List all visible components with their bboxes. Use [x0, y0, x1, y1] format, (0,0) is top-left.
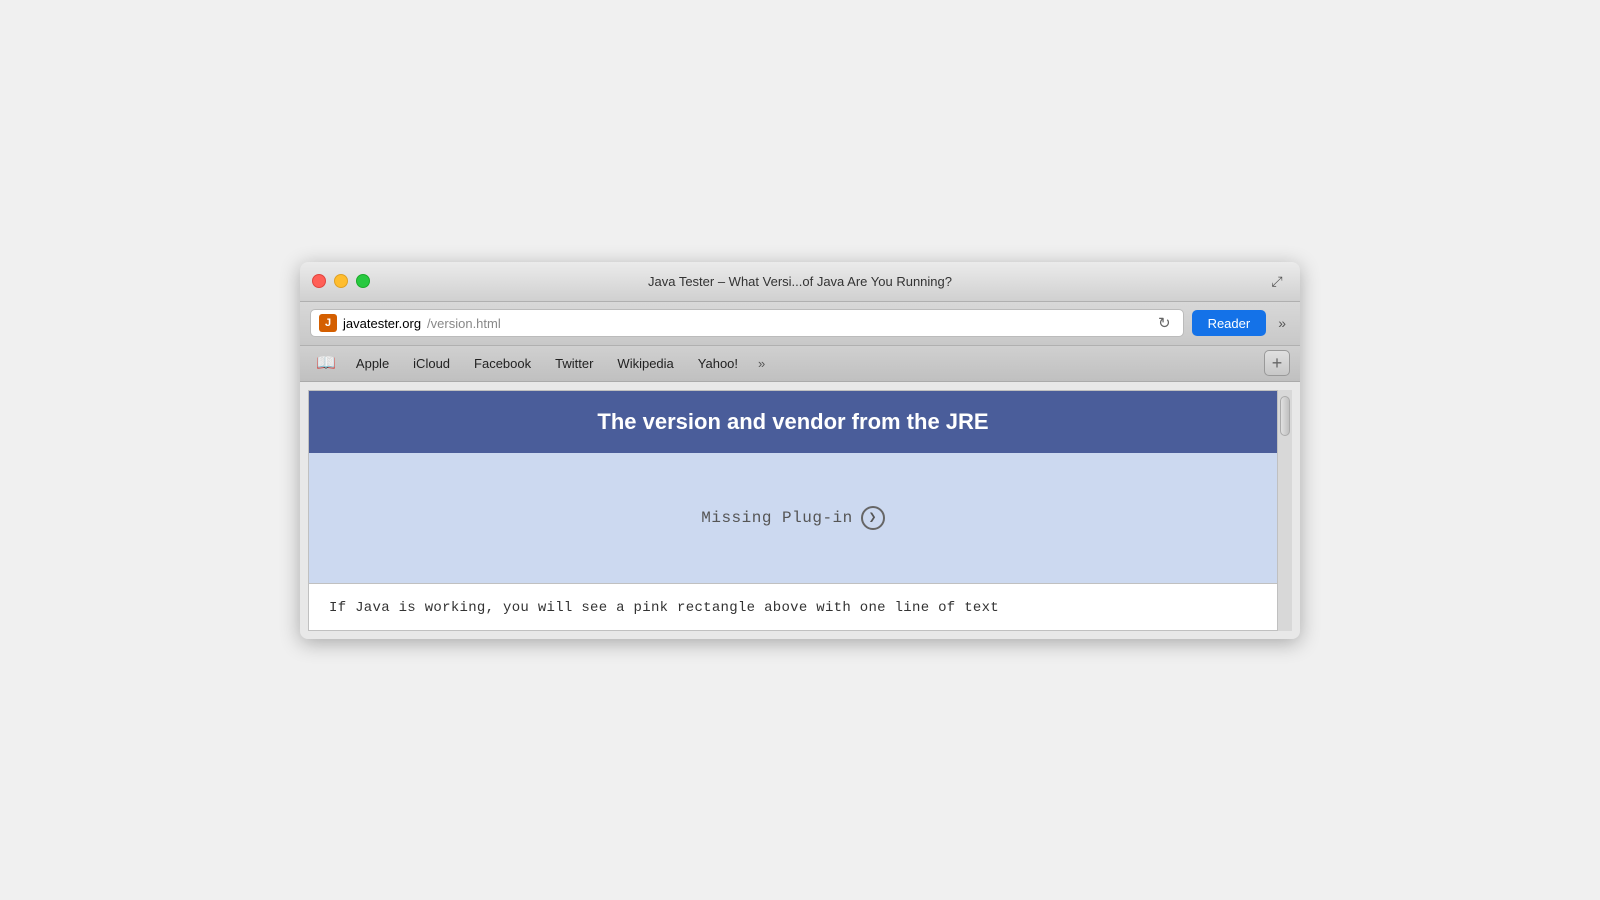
- window-title: Java Tester – What Versi...of Java Are Y…: [648, 274, 952, 289]
- bookmarks-overflow-button[interactable]: »: [752, 352, 771, 375]
- browser-window: Java Tester – What Versi...of Java Are Y…: [300, 262, 1300, 639]
- url-domain: javatester.org: [343, 316, 421, 331]
- site-icon: J: [319, 314, 337, 332]
- bookmarks-icon[interactable]: 📖: [310, 353, 342, 373]
- new-tab-button[interactable]: +: [1264, 350, 1290, 376]
- bookmark-apple[interactable]: Apple: [346, 352, 399, 375]
- jre-header-text: The version and vendor from the JRE: [597, 409, 988, 434]
- scrollbar[interactable]: [1278, 390, 1292, 631]
- bookmark-yahoo[interactable]: Yahoo!: [688, 352, 748, 375]
- missing-plugin-indicator[interactable]: Missing Plug-in ❯: [701, 506, 885, 530]
- bookmark-facebook[interactable]: Facebook: [464, 352, 541, 375]
- bookmark-twitter[interactable]: Twitter: [545, 352, 603, 375]
- jre-body: Missing Plug-in ❯: [309, 453, 1277, 583]
- bookmark-wikipedia[interactable]: Wikipedia: [607, 352, 683, 375]
- address-bar: J javatester.org /version.html ↻ Reader …: [300, 302, 1300, 346]
- reader-button[interactable]: Reader: [1192, 310, 1267, 336]
- traffic-lights: [312, 274, 370, 288]
- jre-footer-text: If Java is working, you will see a pink …: [329, 600, 999, 616]
- scrollbar-thumb[interactable]: [1280, 396, 1290, 436]
- page-content: The version and vendor from the JRE Miss…: [308, 390, 1278, 631]
- expand-button[interactable]: ⤢: [1266, 270, 1288, 292]
- maximize-button[interactable]: [356, 274, 370, 288]
- url-field[interactable]: J javatester.org /version.html ↻: [310, 309, 1184, 337]
- minimize-button[interactable]: [334, 274, 348, 288]
- content-area: The version and vendor from the JRE Miss…: [300, 382, 1300, 639]
- jre-footer: If Java is working, you will see a pink …: [309, 583, 1277, 630]
- missing-plugin-text: Missing Plug-in: [701, 509, 853, 527]
- jre-header: The version and vendor from the JRE: [309, 391, 1277, 453]
- close-button[interactable]: [312, 274, 326, 288]
- reload-button[interactable]: ↻: [1154, 312, 1175, 334]
- nav-arrows[interactable]: »: [1274, 313, 1290, 333]
- bookmark-icloud[interactable]: iCloud: [403, 352, 460, 375]
- expand-icon: ⤢: [1271, 273, 1282, 290]
- url-path: /version.html: [427, 316, 501, 331]
- title-bar: Java Tester – What Versi...of Java Are Y…: [300, 262, 1300, 302]
- bookmarks-bar: 📖 Apple iCloud Facebook Twitter Wikipedi…: [300, 346, 1300, 382]
- plugin-arrow-icon: ❯: [861, 506, 885, 530]
